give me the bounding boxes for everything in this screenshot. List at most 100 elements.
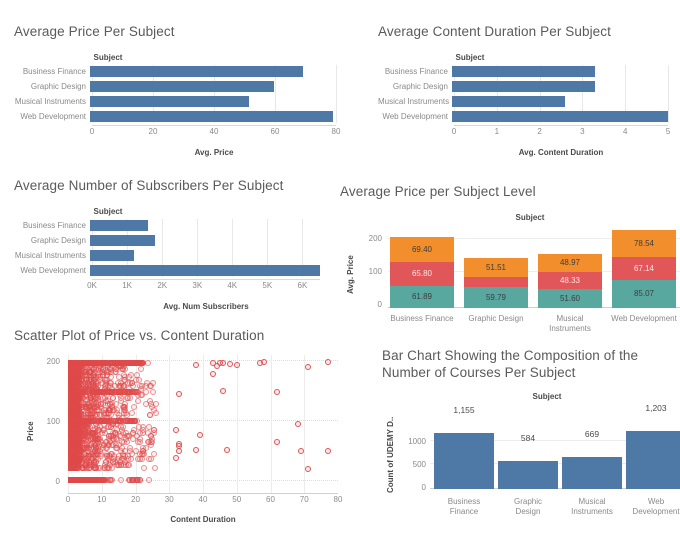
scatter-point — [297, 447, 304, 454]
x-tick: 30 — [164, 494, 174, 504]
category-label: Business Finance — [22, 66, 86, 76]
x-tick: 4K — [227, 280, 238, 290]
stacked-bar-web-development[interactable]: 78.54 67.14 85.07 — [612, 229, 676, 308]
bar-row: Graphic Design — [378, 80, 678, 93]
x-tick: 40 — [198, 494, 208, 504]
bar[interactable] — [452, 95, 565, 107]
chart-title: Bar Chart Showing the Composition of the… — [382, 348, 639, 380]
y-tick: 0 — [55, 476, 60, 486]
segment-bottom[interactable]: 51.60 — [538, 288, 602, 308]
bar-row: Web Development — [14, 110, 344, 123]
scatter-point — [220, 388, 227, 395]
x-category-label: Business Finance — [447, 496, 481, 517]
x-tick: 60 — [270, 126, 280, 136]
chart-course-composition: Bar Chart Showing the Composition of the… — [382, 348, 680, 523]
bar-value-label: 1,155 — [453, 404, 475, 415]
plot-area: Business Finance Graphic Design Musical … — [14, 64, 344, 123]
bar[interactable] — [90, 264, 320, 276]
y-tick: 200 — [368, 233, 382, 243]
x-axis: 0 1 2 3 4 5 — [452, 124, 670, 139]
scatter-point — [220, 360, 227, 367]
segment-bottom[interactable]: 85.07 — [612, 279, 676, 308]
chart-title: Average Number of Subscribers Per Subjec… — [14, 178, 284, 193]
scatter-point — [152, 409, 159, 416]
bar-musical-instruments[interactable] — [562, 456, 622, 489]
bar[interactable] — [90, 65, 304, 77]
category-label: Web Development — [20, 111, 86, 121]
x-tick: 3K — [192, 280, 203, 290]
scatter-point — [128, 476, 135, 483]
bar-graphic-design[interactable] — [498, 460, 558, 489]
segment-bottom[interactable]: 59.79 — [464, 286, 528, 308]
scatter-point — [144, 430, 151, 437]
scatter-point — [210, 370, 217, 377]
bar-business-finance[interactable] — [434, 432, 494, 489]
scatter-point — [94, 447, 101, 454]
bar[interactable] — [452, 65, 595, 77]
category-label: Graphic Design — [392, 81, 448, 91]
scatter-point — [193, 362, 200, 369]
x-tick: 5K — [262, 280, 273, 290]
bar[interactable] — [452, 110, 668, 122]
stacked-bar-musical-instruments[interactable]: 48.97 48.33 51.60 — [538, 230, 602, 308]
stacked-bar-graphic-design[interactable]: 51.51 59.79 — [464, 230, 528, 308]
scatter-canvas[interactable] — [68, 354, 338, 493]
bar-web-development[interactable] — [626, 430, 680, 489]
scatter-point — [111, 435, 118, 442]
stacked-bar-business-finance[interactable]: 69.40 65.80 61.89 — [390, 230, 454, 308]
category-label: Web Development — [20, 265, 86, 275]
x-tick: 10 — [97, 494, 107, 504]
bar[interactable] — [90, 80, 274, 92]
segment-middle[interactable]: 65.80 — [390, 261, 454, 286]
scatter-point — [123, 438, 130, 445]
x-tick: 1K — [122, 280, 133, 290]
scatter-point — [114, 409, 121, 416]
category-label: Musical Instruments — [378, 96, 450, 106]
bar-row: Graphic Design — [14, 234, 334, 247]
scatter-point — [304, 364, 311, 371]
bar-row: Musical Instruments — [14, 95, 344, 108]
segment-top[interactable]: 48.97 — [538, 253, 602, 272]
segment-top[interactable]: 69.40 — [390, 236, 454, 262]
scatter-point — [196, 432, 203, 439]
segment-middle[interactable]: 67.14 — [612, 256, 676, 280]
segment-bottom[interactable]: 61.89 — [390, 285, 454, 308]
chart-title: Average Content Duration Per Subject — [378, 24, 611, 39]
category-label: Business Finance — [384, 66, 448, 76]
segment-top[interactable]: 78.54 — [612, 229, 676, 257]
bar[interactable] — [90, 249, 135, 261]
segment-top[interactable]: 51.51 — [464, 257, 528, 277]
y-tick: 100 — [368, 266, 382, 276]
x-tick: 20 — [148, 126, 158, 136]
scatter-point — [83, 476, 90, 483]
bar-track — [452, 65, 668, 77]
category-label: Web Development — [382, 111, 448, 121]
scatter-point — [227, 360, 233, 367]
bar[interactable] — [90, 95, 249, 107]
column-header: Subject — [515, 212, 545, 222]
segment-middle[interactable]: 48.33 — [538, 271, 602, 289]
scatter-point — [139, 447, 146, 454]
bar[interactable] — [90, 234, 155, 246]
bar-row: Business Finance — [14, 219, 334, 232]
bar-track — [452, 95, 668, 107]
scatter-point — [89, 397, 96, 404]
bar[interactable] — [452, 80, 595, 92]
y-axis-title: Count of UDEMY D.. — [386, 416, 395, 493]
scatter-point — [113, 462, 120, 469]
chart-title: Average Price Per Subject — [14, 24, 175, 39]
chart-avg-price-per-subject-level: Average Price per Subject Level Subject … — [340, 184, 680, 338]
scatter-point — [70, 424, 77, 431]
scatter-point — [105, 465, 112, 472]
scatter-point — [151, 465, 158, 472]
scatter-point — [70, 456, 77, 463]
scatter-point — [86, 359, 93, 366]
segment-middle[interactable] — [464, 276, 528, 287]
plot-area: Count of UDEMY D.. 1000 500 0 1,155 584 … — [382, 403, 680, 497]
x-tick: 0 — [65, 494, 71, 504]
bar[interactable] — [90, 219, 149, 231]
scatter-point — [294, 420, 301, 427]
bar[interactable] — [90, 110, 333, 122]
column-header: Subject — [455, 52, 485, 62]
chart-avg-content-duration-per-subject: Average Content Duration Per Subject Sub… — [378, 24, 678, 157]
